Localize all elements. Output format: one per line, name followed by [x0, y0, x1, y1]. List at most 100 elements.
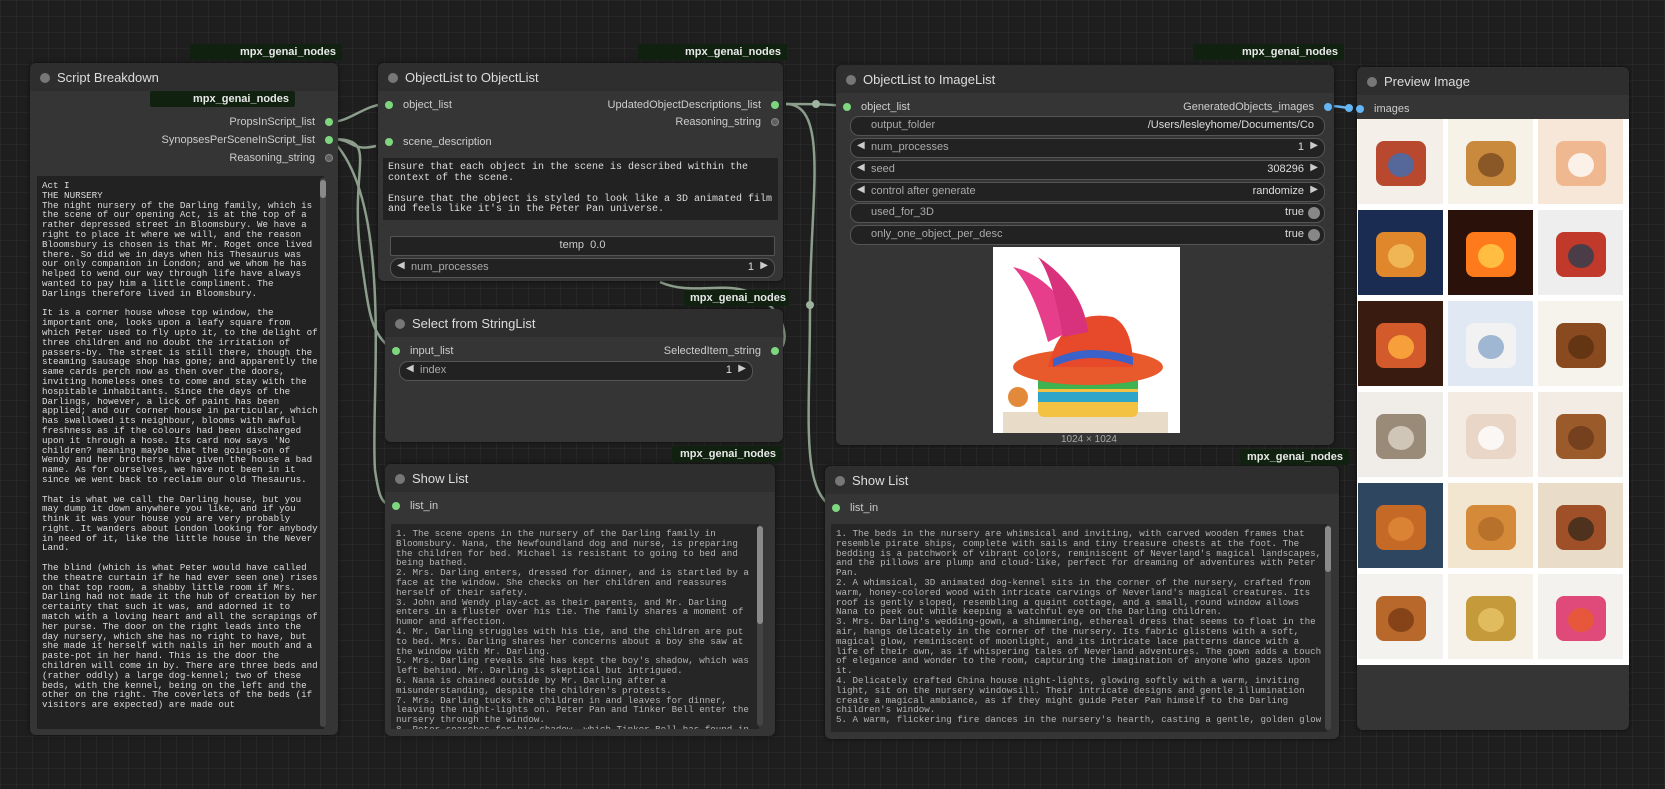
increment-icon[interactable]: ▶: [1310, 162, 1318, 173]
thumbnail-wooden-chair[interactable]: [1538, 392, 1623, 477]
thumbnail-medicine-bottle[interactable]: [1448, 483, 1533, 568]
thumbnail-shelf-items[interactable]: [1538, 483, 1623, 568]
thumbnail-dog-kennel[interactable]: [1448, 119, 1533, 204]
previous-option-icon[interactable]: ◀: [857, 184, 865, 195]
collapse-dot-icon[interactable]: [395, 319, 405, 329]
collapse-dot-icon[interactable]: [395, 474, 405, 484]
collapse-dot-icon[interactable]: [388, 73, 398, 83]
generated-image-preview[interactable]: [993, 247, 1180, 433]
node-source-badge: mpx_genai_nodes: [190, 44, 342, 60]
node-title-bar[interactable]: Show List: [825, 466, 1339, 494]
node-source-badge: mpx_genai_nodes: [150, 91, 295, 107]
thumbnail-wedding-gown[interactable]: [1538, 119, 1623, 204]
scrollbar[interactable]: [320, 178, 326, 727]
output-slot-props[interactable]: PropsInScript_list: [229, 115, 333, 129]
node-title: Preview Image: [1384, 74, 1470, 89]
feathered-hat-icon: [1003, 257, 1168, 433]
used-for-3d-toggle[interactable]: used_for_3D true: [850, 203, 1325, 223]
node-source-badge: mpx_genai_nodes: [1240, 449, 1349, 465]
output-slot-generated-images[interactable]: GeneratedObjects_images: [1183, 100, 1332, 114]
node-source-badge: mpx_genai_nodes: [638, 44, 787, 60]
node-title: Script Breakdown: [57, 70, 159, 85]
thumbnail-cuckoo-clock[interactable]: [1538, 301, 1623, 386]
output-slot-selected-item[interactable]: SelectedItem_string: [664, 344, 779, 358]
decrement-icon[interactable]: ◀: [857, 162, 865, 173]
script-textarea[interactable]: Act I THE NURSERY The night nursery of t…: [37, 176, 324, 729]
thumbnail-grid: [1357, 119, 1629, 665]
index-stepper[interactable]: ◀ index 1 ▶: [399, 361, 753, 381]
input-slot-scene-description[interactable]: scene_description: [385, 135, 492, 149]
node-title-bar[interactable]: Preview Image: [1357, 67, 1629, 95]
thumbnail-feathered-hat[interactable]: [1538, 574, 1623, 659]
input-slot-input-list[interactable]: input_list: [392, 344, 453, 358]
node-title-bar[interactable]: Select from StringList: [385, 309, 783, 337]
script-breakdown-node[interactable]: Script Breakdown PropsInScript_list Syno…: [30, 63, 338, 735]
decrement-icon[interactable]: ◀: [857, 140, 865, 151]
collapse-dot-icon[interactable]: [1367, 77, 1377, 87]
input-slot-list-in[interactable]: list_in: [392, 499, 438, 513]
objectlist-to-objectlist-node[interactable]: ObjectList to ObjectList object_list sce…: [378, 63, 783, 281]
list-output-text: 1. The beds in the nursery are whimsical…: [831, 524, 1327, 732]
thumbnail-window-curtains[interactable]: [1358, 392, 1443, 477]
thumbnail-pirate-ship-beds[interactable]: [1358, 119, 1443, 204]
thumbnail-fire-screen[interactable]: [1358, 301, 1443, 386]
output-folder-field[interactable]: output_folder /Users/lesleyhome/Document…: [850, 116, 1325, 136]
thumbnail-toy-soldiers[interactable]: [1538, 210, 1623, 295]
next-option-icon[interactable]: ▶: [1310, 184, 1318, 195]
toggle-knob-icon[interactable]: [1308, 207, 1320, 219]
thumbnail-bathtub[interactable]: [1448, 301, 1533, 386]
output-slot-synopses[interactable]: SynopsesPerSceneInScript_list: [162, 133, 333, 147]
decrement-icon[interactable]: ◀: [406, 363, 414, 374]
input-slot-object-list[interactable]: object_list: [843, 100, 910, 114]
thumbnail-teddy-bear[interactable]: [1358, 483, 1443, 568]
increment-icon[interactable]: ▶: [760, 260, 768, 271]
thumbnail-acorn[interactable]: [1358, 574, 1443, 659]
seed-stepper[interactable]: ◀ seed 308296 ▶: [850, 160, 1325, 180]
num-processes-stepper[interactable]: ◀ num_processes 1 ▶: [850, 138, 1325, 158]
thumbnail-fireplace[interactable]: [1448, 210, 1533, 295]
node-title: ObjectList to ImageList: [863, 72, 996, 87]
output-slot-updated-descriptions[interactable]: UpdatedObjectDescriptions_list: [608, 98, 779, 112]
thumbnail-lace-dress[interactable]: [1448, 392, 1533, 477]
one-object-per-desc-toggle[interactable]: only_one_object_per_desc true: [850, 225, 1325, 245]
output-slot-reasoning[interactable]: Reasoning_string: [229, 151, 333, 165]
collapse-dot-icon[interactable]: [846, 75, 856, 85]
node-source-badge: mpx_genai_nodes: [672, 446, 782, 462]
prompt-textarea[interactable]: Ensure that each object in the scene is …: [383, 158, 778, 220]
scrollbar[interactable]: [757, 526, 763, 726]
increment-icon[interactable]: ▶: [738, 363, 746, 374]
increment-icon[interactable]: ▶: [1310, 140, 1318, 151]
node-title-bar[interactable]: ObjectList to ObjectList: [378, 63, 783, 91]
preview-image-node[interactable]: Preview Image images: [1356, 67, 1629, 730]
temp-label: temp 0.0: [559, 239, 606, 251]
input-slot-object-list[interactable]: object_list: [385, 98, 452, 112]
image-size-caption: 1024 × 1024: [1061, 434, 1117, 445]
collapse-dot-icon[interactable]: [40, 73, 50, 83]
scrollbar[interactable]: [1325, 526, 1331, 730]
node-title-bar[interactable]: Show List: [385, 464, 775, 492]
node-title-bar[interactable]: ObjectList to ImageList: [836, 65, 1334, 93]
thumbnail-gold-chain[interactable]: [1448, 574, 1533, 659]
decrement-icon[interactable]: ◀: [397, 260, 405, 271]
temp-slider[interactable]: temp 0.0: [390, 236, 775, 256]
node-title: Show List: [412, 471, 469, 486]
node-title: Show List: [852, 473, 909, 488]
collapse-dot-icon[interactable]: [835, 476, 845, 486]
node-title: ObjectList to ObjectList: [405, 70, 539, 85]
control-after-generate-select[interactable]: ◀ control after generate randomize ▶: [850, 182, 1325, 202]
node-source-badge: mpx_genai_nodes: [1193, 44, 1344, 60]
list-output-text: 1. The scene opens in the nursery of the…: [391, 524, 759, 729]
input-slot-list-in[interactable]: list_in: [832, 501, 878, 515]
num-processes-stepper[interactable]: ◀ num_processes 1 ▶: [390, 258, 775, 278]
show-list-left-node[interactable]: Show List list_in 1. The scene opens in …: [385, 464, 775, 736]
show-list-right-node[interactable]: Show List list_in 1. The beds in the nur…: [825, 466, 1339, 739]
thumbnail-night-lights[interactable]: [1358, 210, 1443, 295]
select-from-stringlist-node[interactable]: Select from StringList input_list Select…: [385, 309, 783, 442]
input-slot-images[interactable]: images: [1356, 102, 1409, 116]
node-title: Select from StringList: [412, 316, 536, 331]
output-slot-reasoning[interactable]: Reasoning_string: [675, 115, 779, 129]
toggle-knob-icon[interactable]: [1308, 229, 1320, 241]
node-source-badge: mpx_genai_nodes: [684, 290, 789, 306]
node-title-bar[interactable]: Script Breakdown: [30, 63, 338, 91]
objectlist-to-imagelist-node[interactable]: ObjectList to ImageList object_list Gene…: [836, 65, 1334, 445]
